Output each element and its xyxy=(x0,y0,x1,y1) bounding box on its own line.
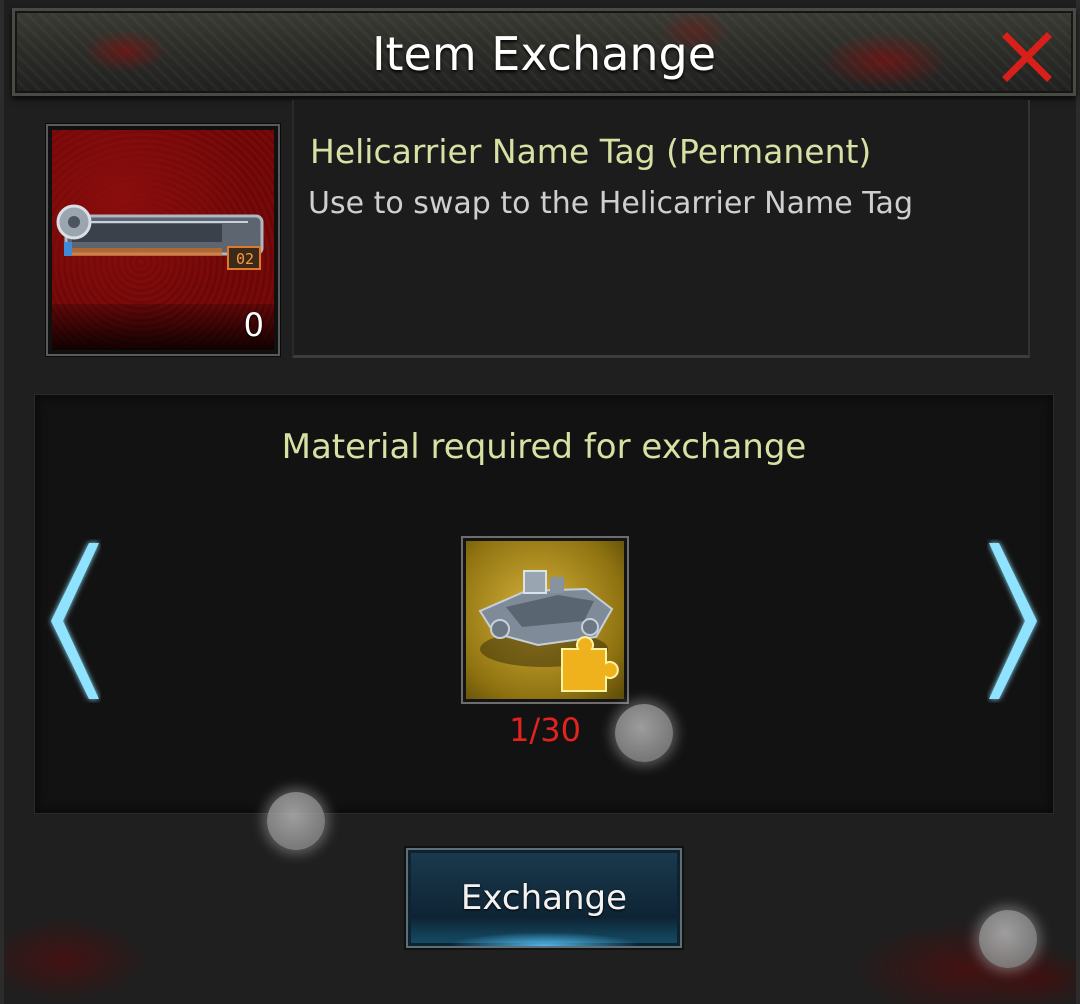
item-description: Use to swap to the Helicarrier Name Tag xyxy=(308,186,913,221)
dialog-title: Item Exchange xyxy=(371,27,717,81)
touch-indicator xyxy=(267,792,325,850)
tag-plate-label: 02 xyxy=(235,250,255,268)
material-heading: Material required for exchange xyxy=(281,427,807,467)
touch-indicator xyxy=(615,704,673,762)
dialog-header: Item Exchange xyxy=(12,8,1076,96)
chevron-right-icon[interactable] xyxy=(987,539,1047,703)
item-description-panel: Helicarrier Name Tag (Permanent) Use to … xyxy=(292,100,1030,358)
material-panel: Material required for exchange 1/30 xyxy=(34,394,1054,814)
helicarrier-fragment-icon xyxy=(466,541,624,699)
exchange-button-label: Exchange xyxy=(460,878,628,918)
count-strip xyxy=(52,304,274,350)
close-icon[interactable] xyxy=(1001,31,1053,83)
item-exchange-dialog: Item Exchange 02 0 Helicarrier Name Tag … xyxy=(0,0,1080,1004)
target-item-slot[interactable]: 02 0 xyxy=(46,124,280,356)
helicarrier-name-tag-icon: 02 0 xyxy=(52,130,274,350)
item-name: Helicarrier Name Tag (Permanent) xyxy=(310,132,872,171)
exchange-button[interactable]: Exchange xyxy=(406,848,682,948)
chevron-left-icon[interactable] xyxy=(41,539,101,703)
touch-indicator xyxy=(979,910,1037,968)
owned-count: 0 xyxy=(243,306,264,344)
button-glow xyxy=(448,932,640,946)
material-item-slot[interactable] xyxy=(461,536,629,704)
